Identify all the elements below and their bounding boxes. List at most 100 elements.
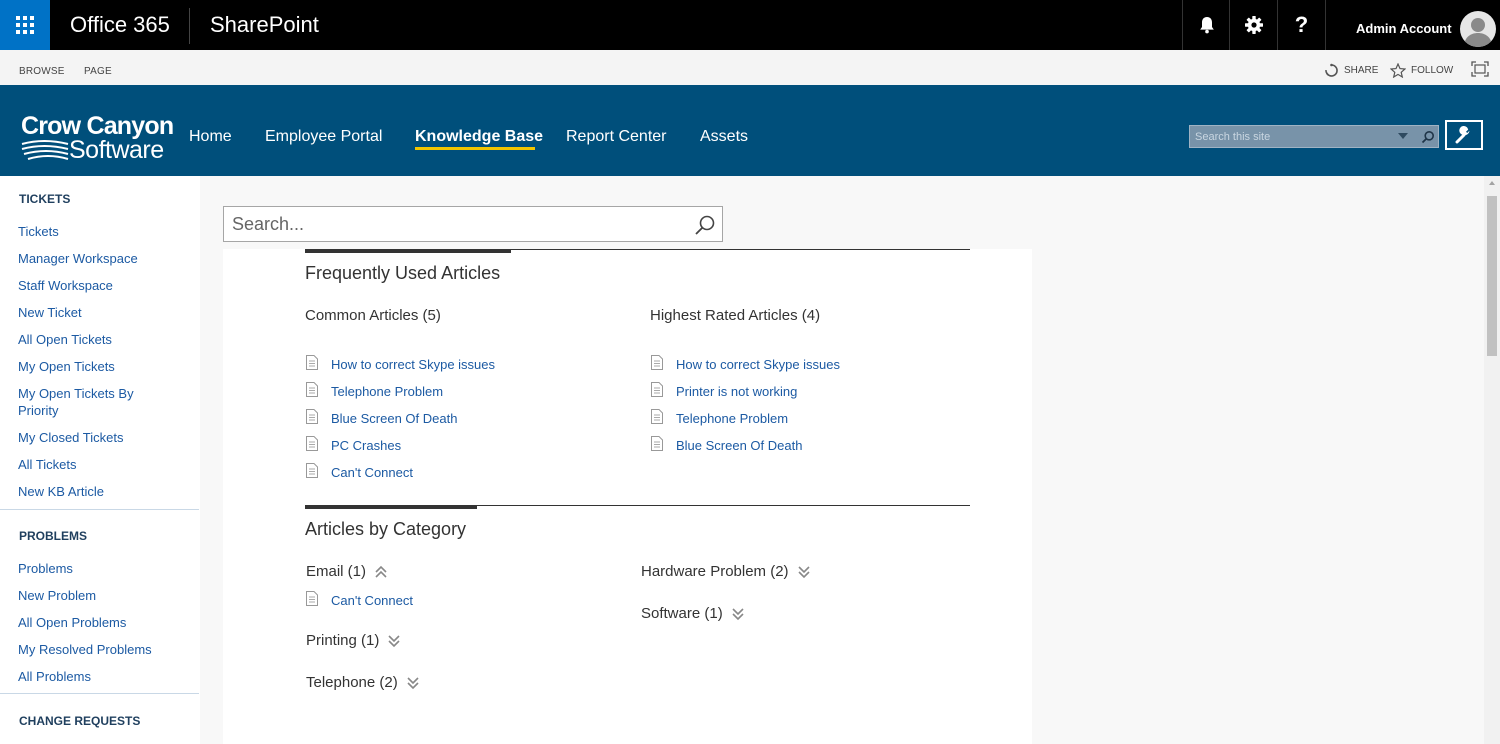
category-hardware-problem[interactable]: Hardware Problem (2) <box>641 563 810 580</box>
suite-bar: Office 365 SharePoint ? Admin Account <box>0 0 1500 50</box>
scrollbar-thumb[interactable] <box>1487 196 1497 356</box>
nav-header-tickets[interactable]: TICKETS <box>19 192 70 206</box>
site-search-input[interactable] <box>1190 126 1390 147</box>
nav-item-my-open-tickets[interactable]: My Open Tickets <box>18 358 188 375</box>
chevron-down-icon[interactable] <box>1398 132 1408 140</box>
left-navigation: TICKETS Tickets Manager Workspace Staff … <box>0 176 200 744</box>
chevron-up-icon[interactable] <box>375 565 387 579</box>
list-item: Can't Connect <box>306 463 413 480</box>
focus-on-content-button[interactable] <box>1471 61 1489 82</box>
chevron-down-icon[interactable] <box>407 676 419 690</box>
office-365-brand[interactable]: Office 365 <box>70 12 170 38</box>
share-button[interactable]: SHARE <box>1324 63 1378 78</box>
follow-label: FOLLOW <box>1411 65 1454 76</box>
list-item: How to correct Skype issues <box>306 355 495 372</box>
category-email[interactable]: Email (1) <box>306 563 387 580</box>
nav-item-new-problem[interactable]: New Problem <box>18 587 188 604</box>
nav-item-my-closed-tickets[interactable]: My Closed Tickets <box>18 429 188 446</box>
ribbon: BROWSE PAGE SHARE FOLLOW <box>0 50 1500 85</box>
category-label: Hardware Problem (2) <box>641 563 789 580</box>
list-item: Telephone Problem <box>306 382 443 399</box>
nav-item-my-open-tickets-by-priority[interactable]: My Open Tickets By Priority <box>18 385 158 419</box>
site-settings-button[interactable] <box>1445 120 1483 150</box>
article-link[interactable]: Blue Screen Of Death <box>676 438 802 453</box>
logo-swoosh-icon <box>21 140 69 160</box>
document-icon <box>306 436 318 451</box>
scroll-up-arrow-icon[interactable] <box>1489 181 1495 185</box>
nav-item-manager-workspace[interactable]: Manager Workspace <box>18 250 188 267</box>
category-telephone[interactable]: Telephone (2) <box>306 674 419 691</box>
article-link[interactable]: Printer is not working <box>676 384 797 399</box>
nav-item-all-problems[interactable]: All Problems <box>18 668 188 685</box>
nav-header-change-requests[interactable]: CHANGE REQUESTS <box>19 714 140 728</box>
category-software[interactable]: Software (1) <box>641 605 744 622</box>
kb-search-box <box>223 206 723 242</box>
article-link[interactable]: How to correct Skype issues <box>331 357 495 372</box>
kb-search-input[interactable] <box>224 207 684 241</box>
article-link[interactable]: Can't Connect <box>331 593 413 608</box>
list-item: PC Crashes <box>306 436 401 453</box>
document-icon <box>306 591 318 606</box>
nav-report-center[interactable]: Report Center <box>566 128 667 146</box>
nav-item-problems[interactable]: Problems <box>18 560 188 577</box>
article-link[interactable]: PC Crashes <box>331 438 401 453</box>
section-accent-bar <box>305 505 477 509</box>
list-item: Blue Screen Of Death <box>651 436 802 453</box>
common-articles-title: Common Articles (5) <box>305 307 441 324</box>
nav-knowledge-base[interactable]: Knowledge Base <box>415 128 543 146</box>
account-name[interactable]: Admin Account <box>1356 21 1452 36</box>
nav-separator <box>0 693 199 694</box>
site-header: Crow Canyon Software Home Employee Porta… <box>0 85 1500 176</box>
nav-item-new-ticket[interactable]: New Ticket <box>18 304 188 321</box>
chevron-down-icon[interactable] <box>797 565 810 579</box>
nav-item-all-open-problems[interactable]: All Open Problems <box>18 614 188 631</box>
search-icon[interactable] <box>694 214 716 236</box>
nav-header-problems[interactable]: PROBLEMS <box>19 529 87 543</box>
share-label: SHARE <box>1344 65 1379 76</box>
magnifier-icon[interactable] <box>1421 130 1435 144</box>
page-scrollbar[interactable] <box>1484 176 1500 744</box>
notifications-button[interactable] <box>1182 0 1230 50</box>
list-item: Can't Connect <box>306 591 413 608</box>
chevron-down-icon[interactable] <box>732 607 744 621</box>
nav-assets[interactable]: Assets <box>700 128 748 146</box>
settings-button[interactable] <box>1229 0 1277 50</box>
follow-button[interactable]: FOLLOW <box>1390 63 1453 78</box>
article-link[interactable]: Telephone Problem <box>676 411 788 426</box>
site-logo[interactable]: Crow Canyon Software <box>20 112 174 164</box>
document-icon <box>651 436 663 451</box>
avatar[interactable] <box>1460 11 1496 47</box>
nav-item-new-kb-article[interactable]: New KB Article <box>18 483 188 500</box>
ribbon-tab-page[interactable]: PAGE <box>84 66 112 77</box>
article-link[interactable]: Blue Screen Of Death <box>331 411 457 426</box>
article-link[interactable]: Can't Connect <box>331 465 413 480</box>
nav-item-all-tickets[interactable]: All Tickets <box>18 456 188 473</box>
suite-divider <box>1325 0 1326 50</box>
active-nav-indicator <box>415 147 535 150</box>
nav-item-all-open-tickets[interactable]: All Open Tickets <box>18 331 188 348</box>
nav-item-my-resolved-problems[interactable]: My Resolved Problems <box>18 641 188 658</box>
nav-home[interactable]: Home <box>189 128 232 146</box>
list-item: Blue Screen Of Death <box>306 409 457 426</box>
section-accent-bar <box>305 249 511 253</box>
article-link[interactable]: How to correct Skype issues <box>676 357 840 372</box>
nav-item-tickets[interactable]: Tickets <box>18 223 188 240</box>
document-icon <box>651 409 663 424</box>
document-icon <box>306 463 318 478</box>
nav-separator <box>0 509 199 510</box>
nav-item-staff-workspace[interactable]: Staff Workspace <box>18 277 188 294</box>
category-printing[interactable]: Printing (1) <box>306 632 400 649</box>
help-button[interactable]: ? <box>1277 0 1325 50</box>
article-link[interactable]: Telephone Problem <box>331 384 443 399</box>
document-icon <box>306 409 318 424</box>
focus-on-content-icon <box>1471 61 1489 77</box>
chevron-down-icon[interactable] <box>388 634 400 648</box>
frequently-used-title: Frequently Used Articles <box>305 263 501 283</box>
ribbon-tab-browse[interactable]: BROWSE <box>19 66 65 77</box>
list-item: How to correct Skype issues <box>651 355 840 372</box>
category-label: Email (1) <box>306 563 367 580</box>
sharepoint-app-name[interactable]: SharePoint <box>210 12 319 38</box>
waffle-icon[interactable] <box>0 0 50 50</box>
star-icon <box>1390 63 1406 78</box>
nav-employee-portal[interactable]: Employee Portal <box>265 128 382 146</box>
